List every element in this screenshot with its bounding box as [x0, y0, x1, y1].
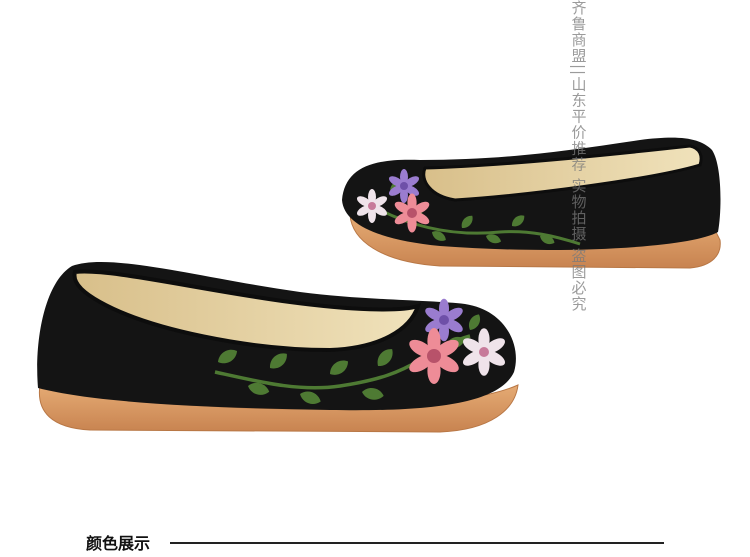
- left-shoe: [37, 261, 519, 433]
- color-display-label: 颜色展示: [86, 534, 151, 553]
- right-shoe: [342, 137, 721, 269]
- product-photo: [0, 0, 750, 553]
- caption-divider: [170, 542, 664, 544]
- watermark-text: 齐鲁商盟||山东平价推荐 实物拍摄 盗图必究: [569, 0, 588, 312]
